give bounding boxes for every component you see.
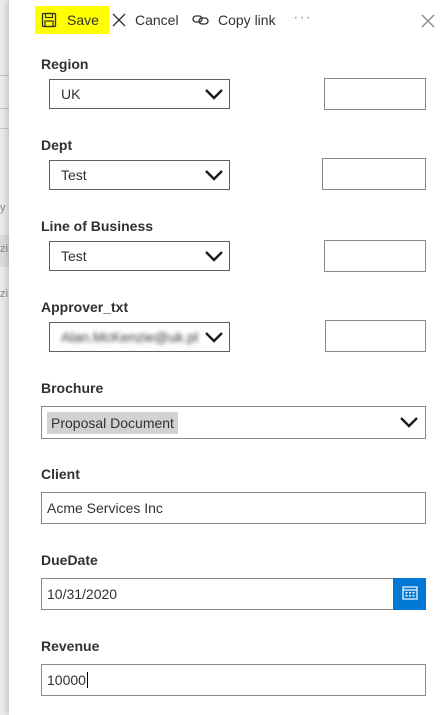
chevron-down-icon bbox=[204, 87, 224, 106]
chevron-down-icon bbox=[204, 249, 224, 268]
region-label: Region bbox=[41, 56, 89, 72]
background-text: zi bbox=[0, 243, 8, 255]
background-page: y zi zi bbox=[0, 0, 9, 715]
due-date-input[interactable]: 10/31/2020 bbox=[41, 578, 426, 610]
due-date-label: DueDate bbox=[41, 552, 98, 568]
chevron-down-icon bbox=[204, 168, 224, 187]
brochure-selected-chip: Proposal Document bbox=[47, 411, 178, 434]
region-dropdown[interactable]: UK bbox=[49, 79, 230, 109]
line-of-business-label: Line of Business bbox=[41, 218, 154, 234]
approver-dropdown[interactable]: Alan.McKenzie@uk.pl bbox=[49, 322, 230, 352]
chevron-down-icon bbox=[204, 330, 224, 349]
approver-value: Alan.McKenzie@uk.pl bbox=[61, 329, 199, 345]
revenue-label: Revenue bbox=[41, 638, 100, 654]
dept-value: Test bbox=[61, 167, 87, 183]
approver-side-input[interactable] bbox=[325, 320, 426, 352]
client-input[interactable]: Acme Services Inc bbox=[41, 492, 426, 524]
copy-link-label: Copy link bbox=[218, 12, 276, 28]
close-icon bbox=[112, 13, 126, 27]
background-divider bbox=[0, 128, 9, 129]
client-label: Client bbox=[41, 466, 80, 482]
approver-label: Approver_txt bbox=[41, 299, 129, 315]
due-date-value: 10/31/2020 bbox=[47, 586, 118, 602]
calendar-icon bbox=[401, 585, 418, 603]
dept-label: Dept bbox=[41, 137, 73, 153]
link-icon bbox=[192, 13, 210, 27]
date-picker-button[interactable] bbox=[393, 578, 426, 610]
copy-link-button[interactable]: Copy link bbox=[192, 6, 276, 34]
dept-side-input[interactable] bbox=[322, 158, 426, 190]
region-side-input[interactable] bbox=[324, 78, 426, 110]
edit-item-panel: Save Cancel Copy link ··· Region UK Dept… bbox=[9, 0, 442, 715]
close-panel-button[interactable] bbox=[421, 13, 435, 29]
text-caret bbox=[86, 672, 88, 688]
save-button[interactable]: Save bbox=[35, 6, 109, 34]
background-divider bbox=[0, 108, 9, 109]
close-icon bbox=[421, 14, 435, 28]
line-of-business-dropdown[interactable]: Test bbox=[49, 241, 230, 271]
revenue-value: 10000 bbox=[47, 672, 86, 688]
revenue-input[interactable]: 10000 bbox=[41, 664, 426, 696]
save-label: Save bbox=[67, 12, 99, 28]
region-value: UK bbox=[61, 86, 81, 102]
brochure-dropdown[interactable]: Proposal Document bbox=[41, 406, 426, 439]
cancel-button[interactable]: Cancel bbox=[112, 6, 179, 34]
cancel-label: Cancel bbox=[135, 12, 179, 28]
line-of-business-value: Test bbox=[61, 248, 87, 264]
chevron-down-icon bbox=[399, 415, 419, 434]
background-text: zi bbox=[0, 288, 8, 300]
command-bar: Save Cancel Copy link ··· bbox=[9, 0, 442, 40]
background-divider bbox=[0, 75, 9, 76]
dept-dropdown[interactable]: Test bbox=[49, 160, 230, 190]
client-value: Acme Services Inc bbox=[47, 500, 163, 516]
background-text: y bbox=[0, 202, 6, 214]
brochure-label: Brochure bbox=[41, 380, 104, 396]
more-options-button[interactable]: ··· bbox=[293, 4, 312, 32]
line-of-business-side-input[interactable] bbox=[324, 240, 426, 272]
save-icon bbox=[41, 12, 57, 28]
